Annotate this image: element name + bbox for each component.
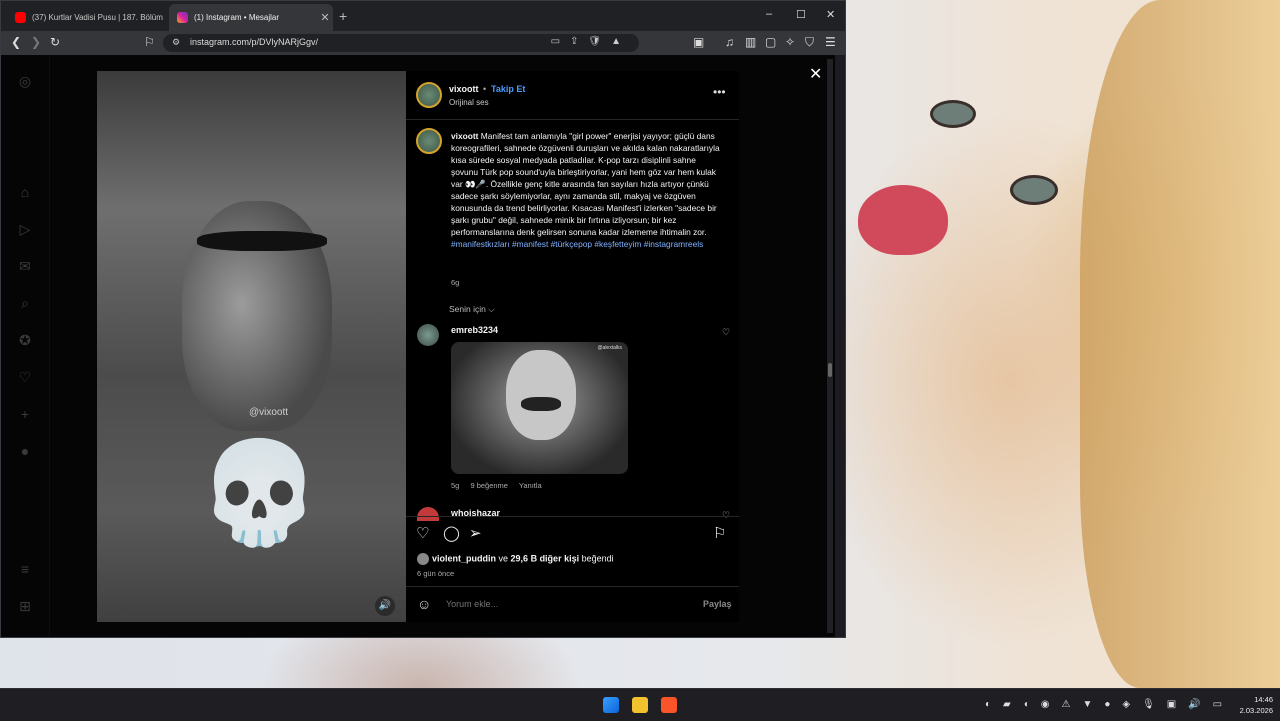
comment-avatar[interactable] (417, 324, 439, 346)
video-frame-brow (197, 231, 327, 251)
comment-username[interactable]: emreb3234 (451, 325, 498, 335)
emoji-picker-icon[interactable]: ☺ (417, 596, 431, 612)
windows-taskbar: ◐▰◖◉⚠▼●◈🎙▣🔊▭ 14:46 2.03.2026 (0, 688, 1280, 721)
comment-like-heart-icon[interactable]: ♡ (722, 327, 730, 338)
bookmark-icon[interactable]: ⚐ (144, 35, 155, 49)
gif-character-moustache (521, 397, 561, 411)
tab-title: (37) Kurtlar Vadisi Pusu | 187. Bölüm (32, 13, 163, 22)
address-bar-actions-icon[interactable]: ▭⇪🛡▲ (551, 36, 631, 47)
caption-time: 6g (451, 278, 460, 287)
maximize-button[interactable]: ☐ (796, 8, 806, 21)
post-caption: vixoott Manifest tam anlamıyla "girl pow… (451, 130, 721, 250)
forward-icon[interactable]: ❯ (31, 35, 41, 49)
tab-title: (1) Instagram • Mesajlar (194, 13, 280, 22)
start-windows-icon[interactable] (603, 697, 619, 713)
comment-input[interactable] (444, 598, 688, 610)
comment-bubble-icon[interactable]: ◯ (443, 524, 460, 542)
divider (406, 119, 739, 120)
comment-meta: 5g 9 beğenme Yanıtla (451, 481, 551, 490)
wallpaper-lips (858, 185, 948, 255)
clock-time: 14:46 (1254, 695, 1273, 704)
divider (406, 516, 739, 517)
comment-sort-dropdown[interactable]: Senin için ⌵ (449, 304, 495, 315)
post-date: 6 gün önce (417, 569, 455, 578)
reader-mode-icon[interactable]: ▣ (693, 35, 704, 49)
browser-toolbar: ❮ ❯ ↻ ⚐ ⚙ instagram.com/p/DVlyNARjGgv/ ▭… (1, 31, 845, 55)
address-bar[interactable]: ⚙ instagram.com/p/DVlyNARjGgv/ ▭⇪🛡▲ (163, 34, 639, 52)
clock-date: 2.03.2026 (1239, 706, 1273, 715)
taskbar-clock[interactable]: 14:46 2.03.2026 (1233, 694, 1273, 716)
scrollbar-thumb[interactable] (828, 363, 832, 377)
author-username[interactable]: vixoott (449, 84, 479, 94)
close-window-button[interactable]: ✕ (826, 8, 835, 21)
share-send-icon[interactable]: ➢ (469, 524, 482, 542)
video-watermark: @vixoott (249, 407, 289, 418)
divider (406, 586, 739, 587)
likes-suffix: beğendi (581, 553, 614, 564)
leo-ai-icon[interactable]: ✧ (785, 35, 795, 49)
gif-tag: @alextalks (597, 345, 622, 351)
likes-connector: ve (498, 553, 509, 564)
caption-avatar[interactable] (416, 128, 442, 154)
caption-text: Manifest tam anlamıyla "girl power" ener… (451, 131, 720, 237)
more-options-icon[interactable]: ••• (713, 85, 726, 99)
tab-close-icon[interactable]: ✕ (317, 11, 333, 24)
back-icon[interactable]: ❮ (11, 35, 21, 49)
likes-summary: violent_puddin ve 29,6 B diğer kişi beğe… (417, 553, 614, 565)
reload-icon[interactable]: ↻ (50, 35, 60, 49)
comment-time: 5g (451, 481, 460, 490)
new-tab-button[interactable]: + (339, 8, 347, 24)
wallpaper-eye (1010, 175, 1058, 205)
caption-username[interactable]: vixoott (451, 131, 478, 141)
likes-count[interactable]: 29,6 B diğer kişi (511, 553, 580, 563)
audio-toggle-icon[interactable]: 🔊 (375, 596, 395, 616)
brave-browser-icon[interactable] (661, 697, 677, 713)
menu-icon[interactable]: ☰ (825, 35, 836, 49)
tab-instagram[interactable]: (1) Instagram • Mesajlar ✕ (169, 4, 333, 31)
minimize-button[interactable]: – (766, 8, 772, 20)
caption-hashtags[interactable]: #manifestkızları #manifest #türkçepop #k… (451, 239, 703, 249)
wallet-icon[interactable]: ▢ (765, 35, 776, 49)
like-heart-icon[interactable]: ♡ (416, 524, 429, 542)
system-tray-icons[interactable]: ◐▰◖◉⚠▼●◈🎙▣🔊▭ (985, 699, 1234, 710)
skull-emoji-overlay: 💀 (197, 437, 322, 549)
wallpaper-hair (1080, 0, 1280, 688)
wallpaper-eye (930, 100, 976, 128)
sidebar-icon[interactable]: ▥ (745, 35, 756, 49)
post-comment-button[interactable]: Paylaş (703, 599, 732, 609)
youtube-icon (15, 12, 26, 23)
page-scrollbar[interactable] (827, 59, 833, 633)
liker-avatar[interactable] (417, 553, 429, 565)
audio-label[interactable]: Orijinal ses (449, 98, 489, 107)
file-explorer-icon[interactable] (632, 697, 648, 713)
close-modal-icon[interactable]: ✕ (809, 64, 822, 84)
comment-gif[interactable]: @alextalks (451, 342, 628, 474)
post-actions: ♡ ◯ ➢ ⚐ (416, 524, 731, 544)
media-icon[interactable]: ♫ (725, 35, 734, 49)
post-panel: vixoott • Takip Et Orijinal ses ••• vixo… (406, 71, 739, 622)
save-bookmark-icon[interactable]: ⚐ (713, 524, 726, 542)
comment-avatar[interactable] (417, 507, 439, 521)
author-avatar[interactable] (416, 82, 442, 108)
site-info-icon[interactable]: ⚙ (172, 37, 180, 48)
comment-likes[interactable]: 9 beğenme (470, 481, 508, 490)
url-text[interactable]: instagram.com/p/DVlyNARjGgv/ (190, 37, 318, 47)
tab-youtube[interactable]: (37) Kurtlar Vadisi Pusu | 187. Bölüm (7, 4, 163, 31)
vpn-icon[interactable]: ⛉ (805, 35, 814, 50)
gif-character-head (506, 350, 576, 440)
instagram-icon (177, 12, 188, 23)
liker-username[interactable]: violent_puddin (432, 553, 496, 563)
tab-strip: (37) Kurtlar Vadisi Pusu | 187. Bölüm (1… (1, 1, 845, 31)
follow-button[interactable]: Takip Et (491, 84, 525, 94)
reel-video[interactable]: @vixoott 💀 🔊 (97, 71, 406, 622)
separator-dot: • (483, 84, 487, 94)
reply-button[interactable]: Yanıtla (519, 481, 542, 490)
